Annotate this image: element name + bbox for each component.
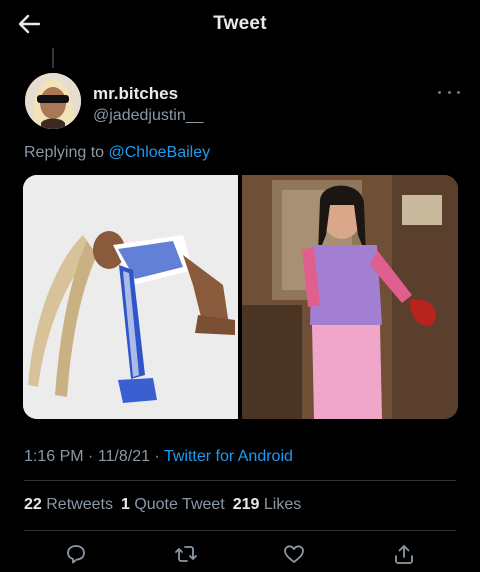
tweet-stats: 22 Retweets 1 Quote Tweet 219 Likes	[24, 496, 301, 514]
divider	[24, 530, 456, 531]
replying-prefix: Replying to	[24, 144, 105, 161]
more-options-button[interactable]	[438, 84, 460, 100]
tweet-source-link[interactable]: Twitter for Android	[164, 448, 293, 465]
quotes-label: Quote Tweet	[134, 496, 225, 513]
reply-mention-link[interactable]: @ChloeBailey	[109, 144, 211, 161]
likes-label: Likes	[263, 496, 302, 513]
more-dots-icon	[438, 90, 441, 94]
retweets-count: 22	[24, 496, 42, 513]
photo-woman-blue-outfit	[23, 175, 238, 419]
top-bar: Tweet	[0, 0, 480, 48]
avatar[interactable]	[25, 73, 81, 129]
back-button[interactable]	[14, 10, 44, 38]
retweets-stat[interactable]: 22 Retweets	[24, 496, 113, 514]
thread-connector-line	[52, 48, 54, 68]
more-dot	[447, 90, 451, 94]
reply-icon	[67, 545, 85, 564]
share-icon	[395, 545, 413, 564]
author-info: mr.bitches @jadedjustin__	[93, 84, 204, 126]
tweet-time[interactable]: 1:16 PM	[24, 448, 84, 465]
media-photo-1[interactable]	[23, 175, 238, 419]
arrow-left-icon	[18, 14, 41, 34]
media-photo-2[interactable]	[242, 175, 458, 419]
like-icon	[284, 545, 304, 563]
meta-separator: ·	[83, 448, 98, 465]
likes-stat[interactable]: 219 Likes	[233, 496, 302, 514]
share-button[interactable]	[392, 542, 416, 566]
divider	[24, 480, 456, 481]
quote-tweets-stat[interactable]: 1 Quote Tweet	[121, 496, 225, 514]
like-button[interactable]	[282, 542, 306, 566]
page-title: Tweet	[213, 13, 267, 34]
more-dot	[457, 90, 460, 94]
retweet-button[interactable]	[174, 542, 198, 566]
user-handle[interactable]: @jadedjustin__	[93, 106, 204, 126]
display-name[interactable]: mr.bitches	[93, 84, 204, 104]
media-grid	[23, 175, 458, 419]
retweet-icon	[175, 546, 197, 562]
retweets-label: Retweets	[46, 496, 113, 513]
photo-girl-dancing	[242, 175, 458, 419]
replying-to: Replying to @ChloeBailey	[24, 144, 210, 162]
avatar-image	[25, 73, 81, 129]
quotes-count: 1	[120, 496, 130, 513]
reply-button[interactable]	[64, 542, 88, 566]
tweet-date[interactable]: 11/8/21	[98, 448, 150, 465]
tweet-actions	[0, 538, 480, 572]
meta-separator: ·	[150, 448, 164, 465]
tweet-meta: 1:16 PM · 11/8/21 · Twitter for Android	[24, 448, 293, 466]
likes-count: 219	[232, 496, 260, 513]
